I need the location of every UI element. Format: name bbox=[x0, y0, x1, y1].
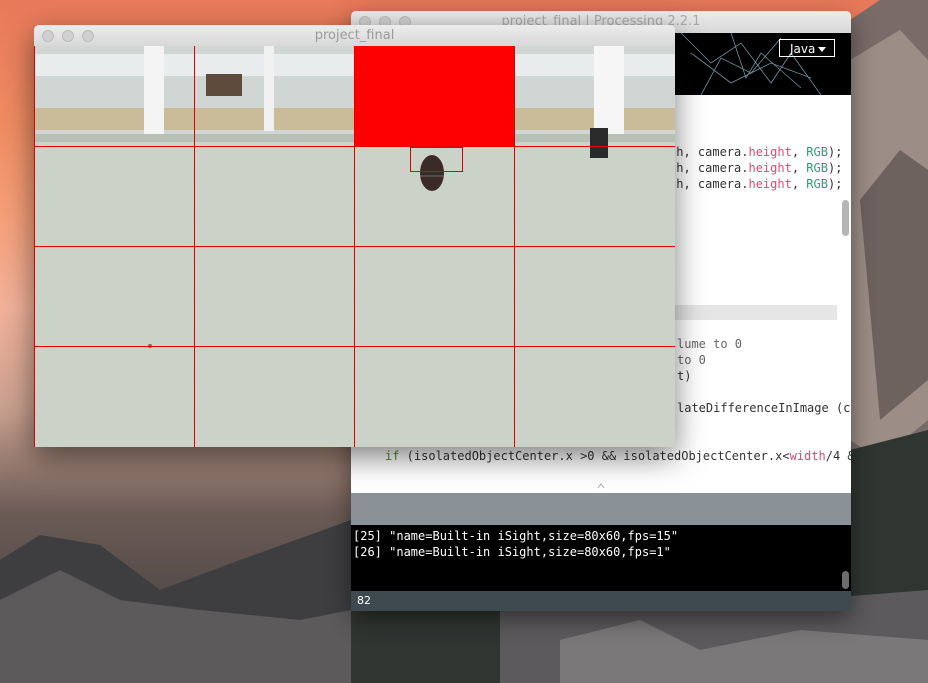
code-line: th, camera.height, RGB); bbox=[669, 177, 843, 191]
sketch-window[interactable]: project_final bbox=[34, 25, 675, 447]
console-line: [25] "name=Built-in iSight,size=80x60,fp… bbox=[353, 529, 679, 543]
line-number-status: 82 bbox=[351, 591, 851, 611]
resize-handle-icon[interactable] bbox=[597, 483, 605, 489]
console-line: [26] "name=Built-in iSight,size=80x60,fp… bbox=[353, 545, 671, 559]
code-line-if: if (isolatedObjectCenter.x >0 && isolate… bbox=[385, 449, 851, 463]
grid-line bbox=[34, 46, 35, 447]
grid-line bbox=[514, 46, 515, 447]
code-comment: lume to 0 bbox=[677, 337, 743, 351]
object-tracking-box bbox=[410, 147, 463, 172]
desktop-wallpaper: project_final | Processing 2.2.1 Java th… bbox=[0, 0, 928, 683]
mode-selector[interactable]: Java bbox=[779, 39, 835, 57]
current-line-highlight bbox=[671, 305, 837, 320]
sketch-window-title: project_final bbox=[314, 28, 395, 43]
camera-canvas[interactable] bbox=[34, 46, 675, 447]
code-line: lateDifferenceInImage (c bbox=[677, 401, 851, 415]
mode-label: Java bbox=[790, 42, 816, 56]
code-line: t) bbox=[677, 369, 692, 383]
console-divider[interactable] bbox=[351, 483, 851, 525]
grid-line bbox=[354, 46, 355, 447]
console-area[interactable]: [25] "name=Built-in iSight,size=80x60,fp… bbox=[351, 525, 851, 591]
sketch-titlebar[interactable]: project_final bbox=[34, 25, 675, 47]
console-scrollbar[interactable] bbox=[842, 571, 849, 589]
dropdown-arrow-icon bbox=[818, 47, 826, 52]
code-line: th, camera.height, RGB); bbox=[669, 161, 843, 175]
grid-line bbox=[194, 46, 195, 447]
active-zone-highlight bbox=[354, 46, 514, 146]
editor-vertical-scrollbar[interactable] bbox=[842, 200, 849, 236]
code-line: th, camera.height, RGB); bbox=[669, 145, 843, 159]
code-comment: to 0 bbox=[677, 353, 706, 367]
